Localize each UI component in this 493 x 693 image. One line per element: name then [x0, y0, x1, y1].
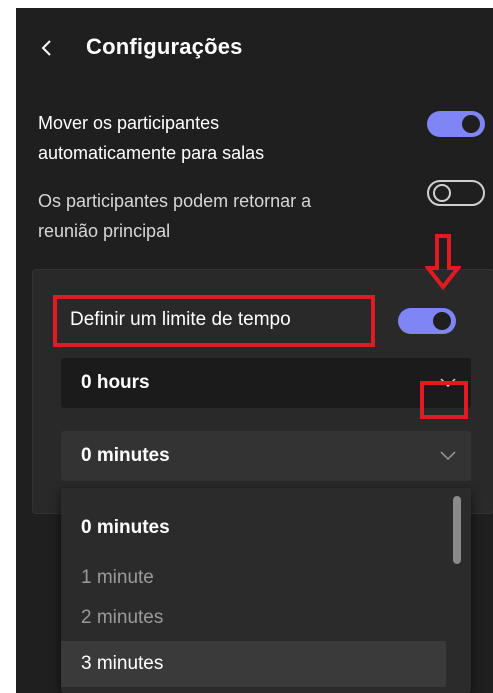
- time-limit-toggle[interactable]: [398, 308, 456, 334]
- minutes-value: 0 minutes: [81, 445, 170, 466]
- toggle-knob: [462, 115, 480, 133]
- return-main-toggle[interactable]: [427, 180, 485, 206]
- option-item[interactable]: 0 minutes: [61, 505, 446, 551]
- hours-dropdown[interactable]: 0 hours: [61, 358, 471, 408]
- arrow-down-icon: [425, 234, 461, 290]
- option-item[interactable]: 2 minutes: [61, 595, 446, 641]
- toggle-knob: [433, 184, 451, 202]
- minutes-dropdown[interactable]: 0 minutes: [61, 431, 471, 481]
- setting-label-line: automaticamente para salas: [38, 143, 265, 163]
- option-item[interactable]: 3 minutes: [61, 641, 446, 687]
- chevron-down-icon[interactable]: [439, 449, 457, 461]
- settings-panel: Configurações Mover os participantes aut…: [16, 8, 493, 693]
- setting-return-main-label: Os participantes podem retornar a reuniã…: [38, 186, 418, 246]
- scrollbar[interactable]: [453, 496, 461, 564]
- highlight-box: [420, 381, 468, 419]
- setting-label-line: Os participantes podem retornar a: [38, 191, 312, 211]
- chevron-left-icon[interactable]: [38, 36, 56, 60]
- auto-move-toggle[interactable]: [427, 111, 485, 137]
- setting-label-line: reunião principal: [38, 221, 171, 241]
- page-title: Configurações: [86, 34, 243, 59]
- setting-label-line: Mover os participantes: [38, 113, 220, 133]
- header: Configurações: [16, 30, 493, 70]
- hours-value: 0 hours: [81, 372, 150, 393]
- toggle-knob: [433, 312, 451, 330]
- time-limit-label: Definir um limite de tempo: [70, 309, 291, 330]
- minutes-options-list: 0 minutes 1 minute 2 minutes 3 minutes: [61, 488, 471, 693]
- setting-auto-move-label: Mover os participantes automaticamente p…: [38, 108, 418, 168]
